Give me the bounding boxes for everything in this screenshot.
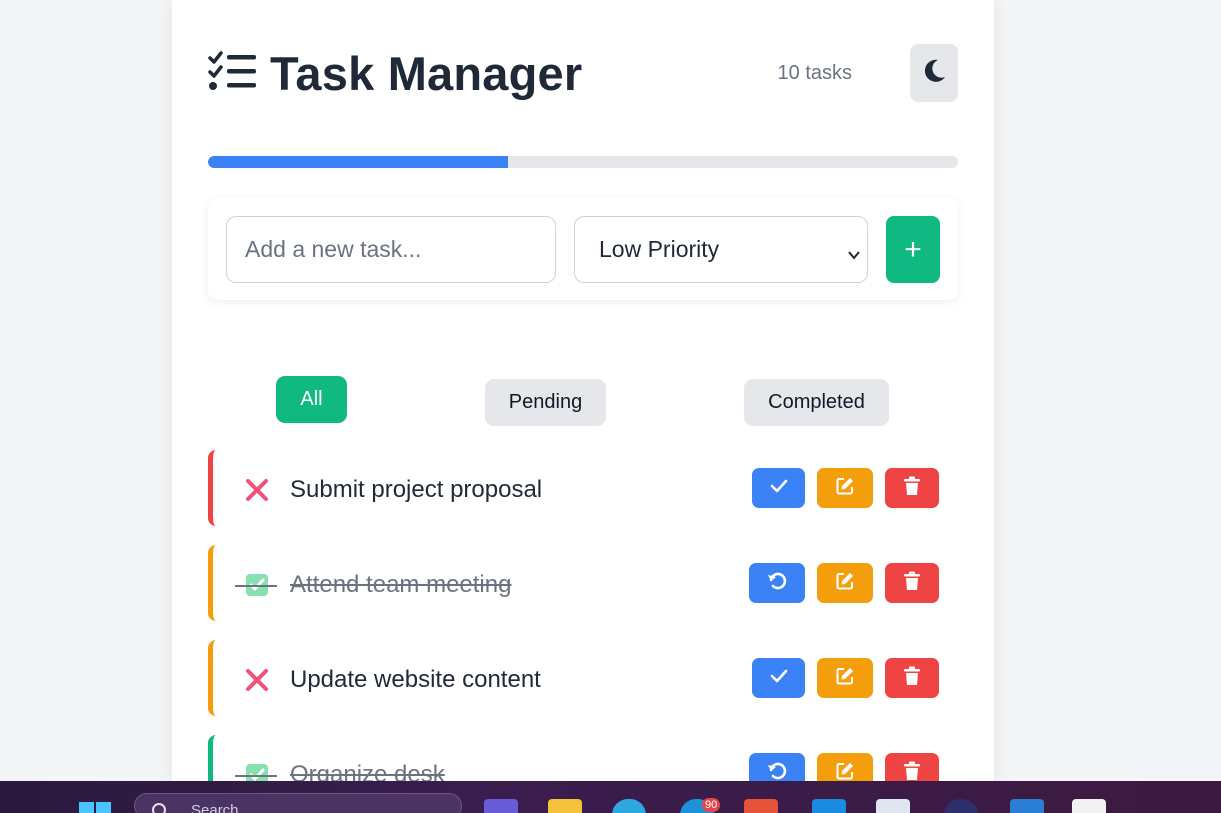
header: Task Manager 10 tasks — [208, 44, 958, 102]
store-icon[interactable] — [876, 799, 910, 813]
edit-icon — [835, 761, 855, 782]
priority-select[interactable]: Low Priority — [574, 216, 868, 283]
new-task-input[interactable] — [226, 216, 556, 283]
windows-start-icon[interactable] — [78, 799, 112, 813]
pending-x-icon — [243, 476, 271, 504]
copilot-icon[interactable] — [484, 799, 518, 813]
task-text: Update website content — [290, 666, 541, 693]
undo-icon — [767, 761, 787, 782]
check-icon — [770, 669, 788, 688]
file-explorer-icon[interactable] — [548, 799, 582, 813]
strike-line — [235, 585, 277, 587]
edit-icon — [835, 666, 855, 691]
edit-icon — [835, 476, 855, 501]
delete-task-button[interactable] — [885, 563, 939, 603]
chevron-down-icon — [847, 241, 861, 268]
edit-icon — [835, 571, 855, 596]
app-icon[interactable] — [812, 799, 846, 813]
app-icon[interactable] — [944, 799, 978, 813]
check-icon — [770, 479, 788, 498]
theme-toggle-button[interactable] — [910, 44, 958, 102]
strike-line — [235, 775, 277, 777]
taskbar-search-placeholder: Search — [191, 802, 239, 813]
delete-task-button[interactable] — [885, 468, 939, 508]
filter-pending[interactable]: Pending — [485, 379, 606, 426]
edge-browser-icon[interactable] — [612, 799, 646, 813]
progress-bar — [208, 156, 958, 168]
checklist-icon — [208, 50, 256, 90]
filter-completed[interactable]: Completed — [744, 379, 889, 426]
task-item: Update website content — [208, 640, 958, 716]
priority-select-value: Low Priority — [599, 236, 720, 262]
edit-task-button[interactable] — [817, 658, 873, 698]
trash-icon — [903, 666, 921, 691]
moon-icon — [921, 58, 947, 89]
edit-task-button[interactable] — [817, 753, 873, 781]
task-text: Organize desk — [290, 761, 445, 781]
taskbar-search[interactable]: Search — [134, 793, 462, 813]
task-item: Attend team meeting — [208, 545, 958, 621]
trash-icon — [903, 571, 921, 596]
trash-icon — [903, 476, 921, 501]
complete-task-button[interactable] — [752, 468, 805, 508]
search-icon — [151, 802, 169, 813]
task-manager-card: Task Manager 10 tasks Low Priority + All… — [172, 0, 994, 781]
calendar-app-icon[interactable] — [1072, 799, 1106, 813]
edit-task-button[interactable] — [817, 563, 873, 603]
delete-task-button[interactable] — [885, 753, 939, 781]
delete-task-button[interactable] — [885, 658, 939, 698]
task-text: Attend team meeting — [290, 571, 512, 598]
vscode-icon[interactable] — [1010, 799, 1044, 813]
pending-x-icon — [243, 666, 271, 694]
undo-task-button[interactable] — [749, 563, 805, 603]
task-text: Submit project proposal — [290, 476, 543, 503]
page-title: Task Manager — [270, 47, 583, 100]
task-item: Organize desk — [208, 735, 958, 781]
edit-task-button[interactable] — [817, 468, 873, 508]
undo-icon — [767, 571, 787, 596]
add-task-form: Low Priority + — [208, 198, 958, 300]
add-task-button[interactable]: + — [886, 216, 940, 283]
undo-task-button[interactable] — [749, 753, 805, 781]
task-item: Submit project proposal — [208, 450, 958, 526]
task-count: 10 tasks — [777, 62, 852, 84]
os-taskbar: Search 90 — [0, 781, 1221, 813]
trash-icon — [903, 761, 921, 782]
completed-check-icon — [243, 761, 271, 781]
brave-browser-icon[interactable] — [744, 799, 778, 813]
progress-fill — [208, 156, 508, 168]
notification-badge: 90 — [702, 798, 721, 812]
filter-all[interactable]: All — [276, 376, 347, 423]
complete-task-button[interactable] — [752, 658, 805, 698]
